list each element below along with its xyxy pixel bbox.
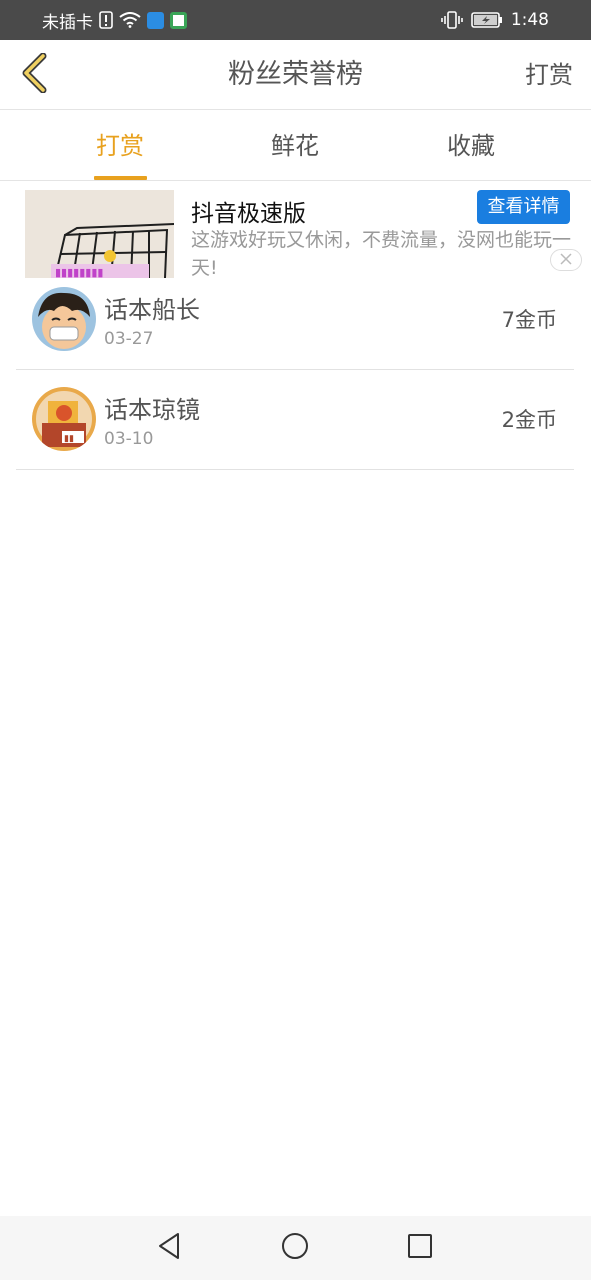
nav-recents-button[interactable] xyxy=(402,1230,438,1266)
fan-date: 03-27 xyxy=(104,329,154,349)
list-item[interactable]: ▮▮ 话本琼镜 03-10 2金币 xyxy=(16,370,574,470)
fan-amount: 2金币 xyxy=(501,408,557,432)
avatar xyxy=(32,287,96,351)
sim-alert-icon xyxy=(99,11,113,29)
home-circle-icon xyxy=(281,1232,309,1264)
svg-text:▮▮: ▮▮ xyxy=(64,433,74,443)
back-triangle-icon xyxy=(156,1232,182,1264)
app-header: 粉丝荣誉榜 打赏 xyxy=(0,40,591,110)
ad-title: 抖音极速版 xyxy=(191,201,306,227)
fan-date: 03-10 xyxy=(104,429,154,449)
tab-favorites[interactable]: 收藏 xyxy=(411,111,531,181)
status-right: 1:48 xyxy=(441,0,549,40)
list-item[interactable]: 话本船长 03-27 7金币 xyxy=(16,270,574,370)
recents-square-icon xyxy=(407,1233,433,1263)
avatar: ▮▮ xyxy=(32,387,96,451)
tab-reward[interactable]: 打赏 xyxy=(60,111,180,181)
fan-name: 话本船长 xyxy=(104,296,200,324)
clock: 1:48 xyxy=(510,10,549,30)
system-nav-bar xyxy=(0,1216,591,1280)
browser-notification-icon xyxy=(170,11,187,29)
ad-banner[interactable]: ▮▮▮▮▮▮▮▮ 抖音极速版 这游戏好玩又休闲，不费流量，没网也能玩一天! 查看… xyxy=(0,182,591,282)
nav-home-button[interactable] xyxy=(277,1230,313,1266)
fan-amount: 7金币 xyxy=(501,308,557,332)
ad-close-button[interactable] xyxy=(550,249,582,271)
status-left: 未插卡 xyxy=(42,0,187,40)
tab-flowers[interactable]: 鲜花 xyxy=(235,111,355,181)
ad-details-button[interactable]: 查看详情 xyxy=(477,190,570,224)
vibrate-icon xyxy=(441,11,463,29)
fan-list: 话本船长 03-27 7金币 ▮▮ 话本琼镜 03-10 2金币 xyxy=(16,270,574,470)
wifi-icon xyxy=(119,12,141,28)
tab-bar: 打赏 鲜花 收藏 xyxy=(0,111,591,181)
battery-charging-icon xyxy=(471,12,503,28)
carrier-label: 未插卡 xyxy=(42,12,93,33)
reward-action-button[interactable]: 打赏 xyxy=(525,40,573,110)
fan-name: 话本琼镜 xyxy=(104,396,200,424)
app-notification-icon xyxy=(147,11,164,29)
active-tab-indicator xyxy=(94,176,147,180)
ad-thumbnail: ▮▮▮▮▮▮▮▮ xyxy=(25,190,174,278)
page-title: 粉丝荣誉榜 xyxy=(228,59,363,90)
nav-back-button[interactable] xyxy=(151,1230,187,1266)
close-icon xyxy=(559,251,573,270)
status-bar: 未插卡 1:48 xyxy=(0,0,591,40)
